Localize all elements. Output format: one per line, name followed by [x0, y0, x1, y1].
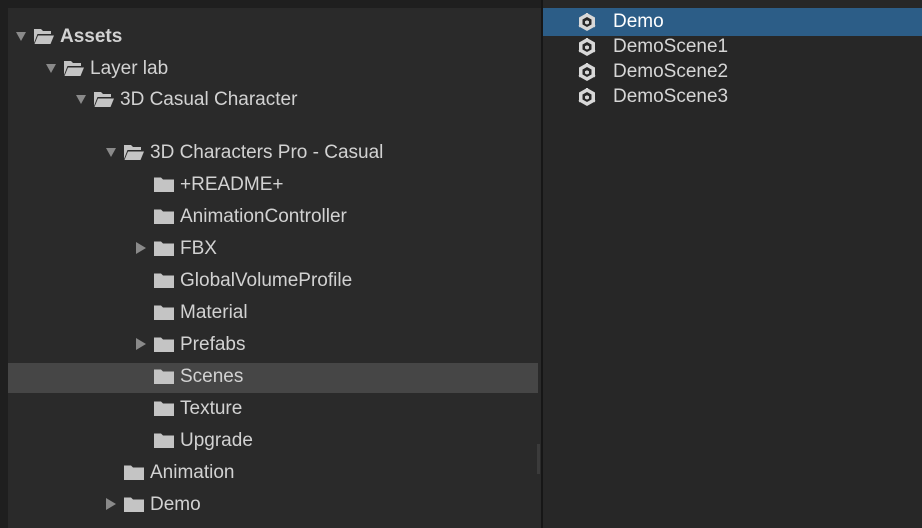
scene-file-item[interactable]: DemoScene3	[543, 83, 922, 111]
folder-label: Scenes	[180, 366, 244, 387]
panel-splitter-handle[interactable]	[537, 444, 540, 474]
folder-row[interactable]: Prefabs	[8, 331, 538, 361]
folder-label: +README+	[180, 174, 284, 195]
file-list-panel[interactable]: Demo DemoScene1 DemoScene2 DemoScene3	[543, 0, 922, 528]
folder-label: FBX	[180, 238, 217, 259]
folder-label: Assets	[60, 26, 123, 47]
collapse-arrow-icon[interactable]	[136, 242, 146, 254]
folder-row[interactable]: Layer lab	[8, 55, 538, 85]
expand-arrow-icon[interactable]	[76, 95, 86, 104]
unity-scene-icon	[577, 62, 597, 82]
folder-label: Texture	[180, 398, 243, 419]
folder-row[interactable]: GlobalVolumeProfile	[8, 267, 538, 297]
folder-row[interactable]: Assets	[8, 23, 538, 53]
folder-icon	[154, 368, 174, 384]
folder-label: Layer lab	[90, 58, 169, 79]
folder-row[interactable]: 3D Characters Pro - Casual	[8, 139, 538, 169]
folder-label: Demo	[150, 494, 201, 515]
folder-row[interactable]: AnimationController	[8, 203, 538, 233]
scene-file-label: DemoScene2	[613, 61, 729, 82]
folder-open-icon	[64, 60, 84, 76]
collapse-arrow-icon[interactable]	[136, 338, 146, 350]
scene-file-item[interactable]: DemoScene1	[543, 33, 922, 61]
folder-icon	[154, 272, 174, 288]
folder-open-icon	[94, 91, 114, 107]
collapse-arrow-icon[interactable]	[106, 498, 116, 510]
folder-row[interactable]: Scenes	[8, 363, 538, 393]
unity-scene-icon	[577, 87, 597, 107]
folder-row[interactable]: Texture	[8, 395, 538, 425]
folder-label: GlobalVolumeProfile	[180, 270, 353, 291]
folder-row[interactable]: +README+	[8, 171, 538, 201]
folder-label: Upgrade	[180, 430, 253, 451]
folder-open-icon	[34, 28, 54, 44]
expand-arrow-icon[interactable]	[16, 32, 26, 41]
folder-label: Material	[180, 302, 248, 323]
folder-label: 3D Characters Pro - Casual	[150, 142, 384, 163]
folder-open-icon	[124, 144, 144, 160]
folder-icon	[154, 400, 174, 416]
folder-icon	[154, 240, 174, 256]
scene-file-label: Demo	[613, 11, 664, 32]
folder-row[interactable]: FBX	[8, 235, 538, 265]
project-window: Assets Layer lab 3D Casual Character 3D Cha…	[0, 0, 922, 528]
folder-icon	[154, 432, 174, 448]
folder-icon	[124, 464, 144, 480]
scene-file-item[interactable]: Demo	[543, 8, 922, 36]
folder-icon	[154, 336, 174, 352]
folder-label: Prefabs	[180, 334, 246, 355]
folder-label: Animation	[150, 462, 235, 483]
folder-row[interactable]: Material	[8, 299, 538, 329]
scene-file-label: DemoScene3	[613, 86, 729, 107]
folder-row[interactable]: Upgrade	[8, 427, 538, 457]
folder-icon	[124, 496, 144, 512]
folder-icon	[154, 304, 174, 320]
folder-tree-panel[interactable]: Assets Layer lab 3D Casual Character 3D Cha…	[8, 8, 541, 528]
folder-label: 3D Casual Character	[120, 89, 298, 110]
folder-icon	[154, 176, 174, 192]
folder-label: AnimationController	[180, 206, 347, 227]
unity-scene-icon	[577, 12, 597, 32]
folder-row[interactable]: 3D Casual Character	[8, 86, 538, 116]
unity-scene-icon	[577, 37, 597, 57]
expand-arrow-icon[interactable]	[46, 64, 56, 73]
folder-row[interactable]: Demo	[8, 491, 538, 521]
folder-icon	[154, 208, 174, 224]
folder-row[interactable]: Animation	[8, 459, 538, 489]
scene-file-item[interactable]: DemoScene2	[543, 58, 922, 86]
expand-arrow-icon[interactable]	[106, 148, 116, 157]
scene-file-label: DemoScene1	[613, 36, 729, 57]
